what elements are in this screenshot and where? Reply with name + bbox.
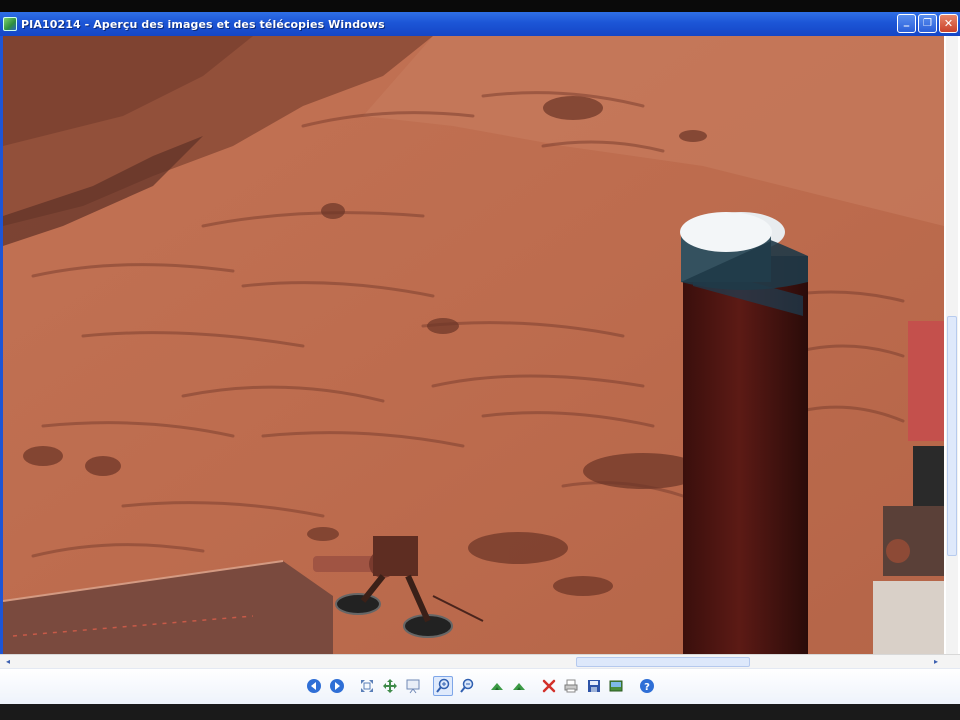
- minimize-button[interactable]: _: [897, 14, 916, 33]
- delete-button[interactable]: [540, 677, 558, 695]
- minimize-icon: _: [903, 14, 910, 27]
- svg-text:?: ?: [644, 682, 650, 693]
- previous-icon: [307, 679, 321, 693]
- zoom-in-button[interactable]: [433, 676, 453, 696]
- next-icon: [330, 679, 344, 693]
- top-letterbox: [0, 0, 960, 12]
- rotate-counterclockwise-button[interactable]: [510, 677, 528, 695]
- maximize-icon: ❐: [923, 17, 932, 29]
- rotate-counterclockwise-icon: [513, 683, 525, 690]
- best-fit-button[interactable]: [358, 677, 376, 695]
- rotate-clockwise-button[interactable]: [488, 677, 506, 695]
- bottom-letterbox: [0, 704, 960, 720]
- print-icon: [564, 679, 578, 693]
- best-fit-icon: [361, 680, 373, 692]
- rotate-clockwise-icon: [491, 683, 503, 690]
- edit-icon: [609, 680, 623, 692]
- close-button[interactable]: ✕: [939, 14, 958, 33]
- vertical-scrollbar-thumb[interactable]: [947, 316, 957, 556]
- slideshow-icon: [406, 679, 420, 694]
- zoom-out-icon: [460, 678, 474, 693]
- previous-image-button[interactable]: [305, 677, 323, 695]
- maximize-button[interactable]: ❐: [918, 14, 937, 33]
- help-button[interactable]: ?: [638, 677, 656, 695]
- scroll-right-arrow-icon[interactable]: ▸: [930, 656, 942, 667]
- image-viewport[interactable]: [3, 36, 944, 654]
- mars-panorama-photo: [3, 36, 944, 654]
- horizontal-scrollbar-thumb[interactable]: [576, 657, 750, 667]
- horizontal-scrollbar[interactable]: ◂ ▸: [0, 654, 960, 668]
- actual-size-button[interactable]: [381, 677, 399, 695]
- save-button[interactable]: [585, 677, 603, 695]
- next-image-button[interactable]: [328, 677, 346, 695]
- slideshow-button[interactable]: [404, 677, 422, 695]
- vertical-scrollbar[interactable]: [944, 36, 960, 656]
- edit-button[interactable]: [607, 677, 625, 695]
- help-icon: ?: [640, 679, 654, 693]
- close-icon: ✕: [943, 17, 954, 30]
- viewer-toolbar: ?: [0, 668, 960, 704]
- zoom-out-button[interactable]: [458, 677, 476, 695]
- app-icon[interactable]: [3, 17, 17, 31]
- actual-size-icon: [383, 679, 397, 693]
- title-bar[interactable]: PIA10214 - Aperçu des images et des télé…: [0, 12, 960, 36]
- print-button[interactable]: [562, 677, 580, 695]
- window-title: PIA10214 - Aperçu des images et des télé…: [21, 17, 385, 31]
- zoom-in-icon: [436, 678, 450, 693]
- scroll-left-arrow-icon[interactable]: ◂: [2, 656, 14, 667]
- save-icon: [588, 680, 600, 692]
- delete-icon: [542, 679, 556, 693]
